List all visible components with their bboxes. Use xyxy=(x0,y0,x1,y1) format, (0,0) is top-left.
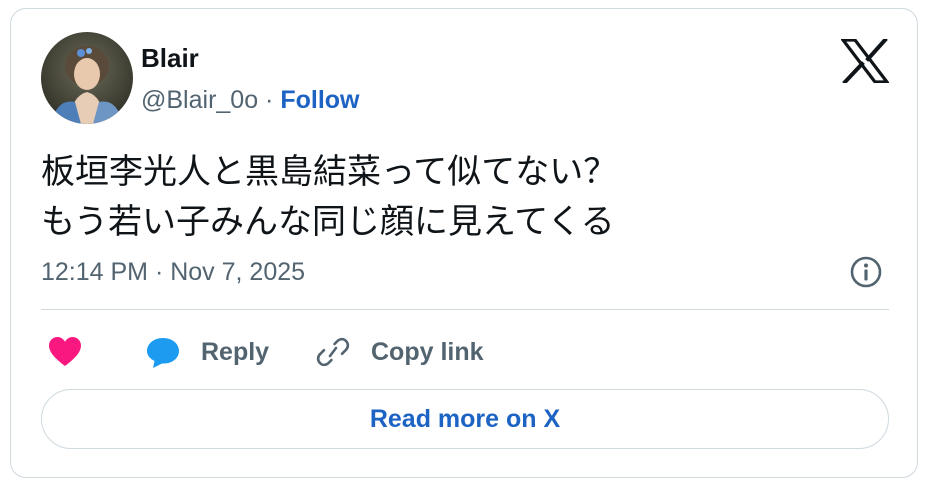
copy-link-button[interactable]: Copy link xyxy=(315,332,484,372)
reply-button[interactable]: Reply xyxy=(145,332,269,372)
reply-label: Reply xyxy=(201,337,270,366)
separator-dot: · xyxy=(258,86,281,114)
like-button[interactable] xyxy=(47,332,83,372)
info-icon[interactable] xyxy=(849,255,883,289)
copy-link-label: Copy link xyxy=(371,337,484,366)
tweet-text-line: 板垣李光人と黒島結菜って似てない？ xyxy=(41,152,618,192)
tweet-text: 板垣李光人と黒島結菜って似てない？ もう若い子みんな同じ顔に見えてくる xyxy=(41,147,617,247)
tweet-text-line: もう若い子みんな同じ顔に見えてくる xyxy=(41,202,615,242)
avatar[interactable] xyxy=(41,32,133,124)
heart-icon xyxy=(49,337,81,366)
read-more-button[interactable]: Read more on X xyxy=(41,389,889,449)
link-icon xyxy=(316,337,350,367)
author-name[interactable]: Blair xyxy=(141,43,199,74)
x-logo-icon[interactable] xyxy=(839,37,891,85)
author-handle[interactable]: @Blair_0o xyxy=(141,86,258,114)
tweet-timestamp[interactable]: 12:14 PM · Nov 7, 2025 xyxy=(41,258,305,287)
speech-bubble-icon xyxy=(147,338,179,368)
tweet-embed-card: Blair @Blair_0o · Follow 板垣李光人と黒島結菜って似てな… xyxy=(10,8,918,478)
divider xyxy=(41,309,889,310)
avatar-portrait-image xyxy=(41,32,133,124)
author-handle-row: @Blair_0o · Follow xyxy=(141,86,359,115)
follow-button[interactable]: Follow xyxy=(280,86,359,114)
